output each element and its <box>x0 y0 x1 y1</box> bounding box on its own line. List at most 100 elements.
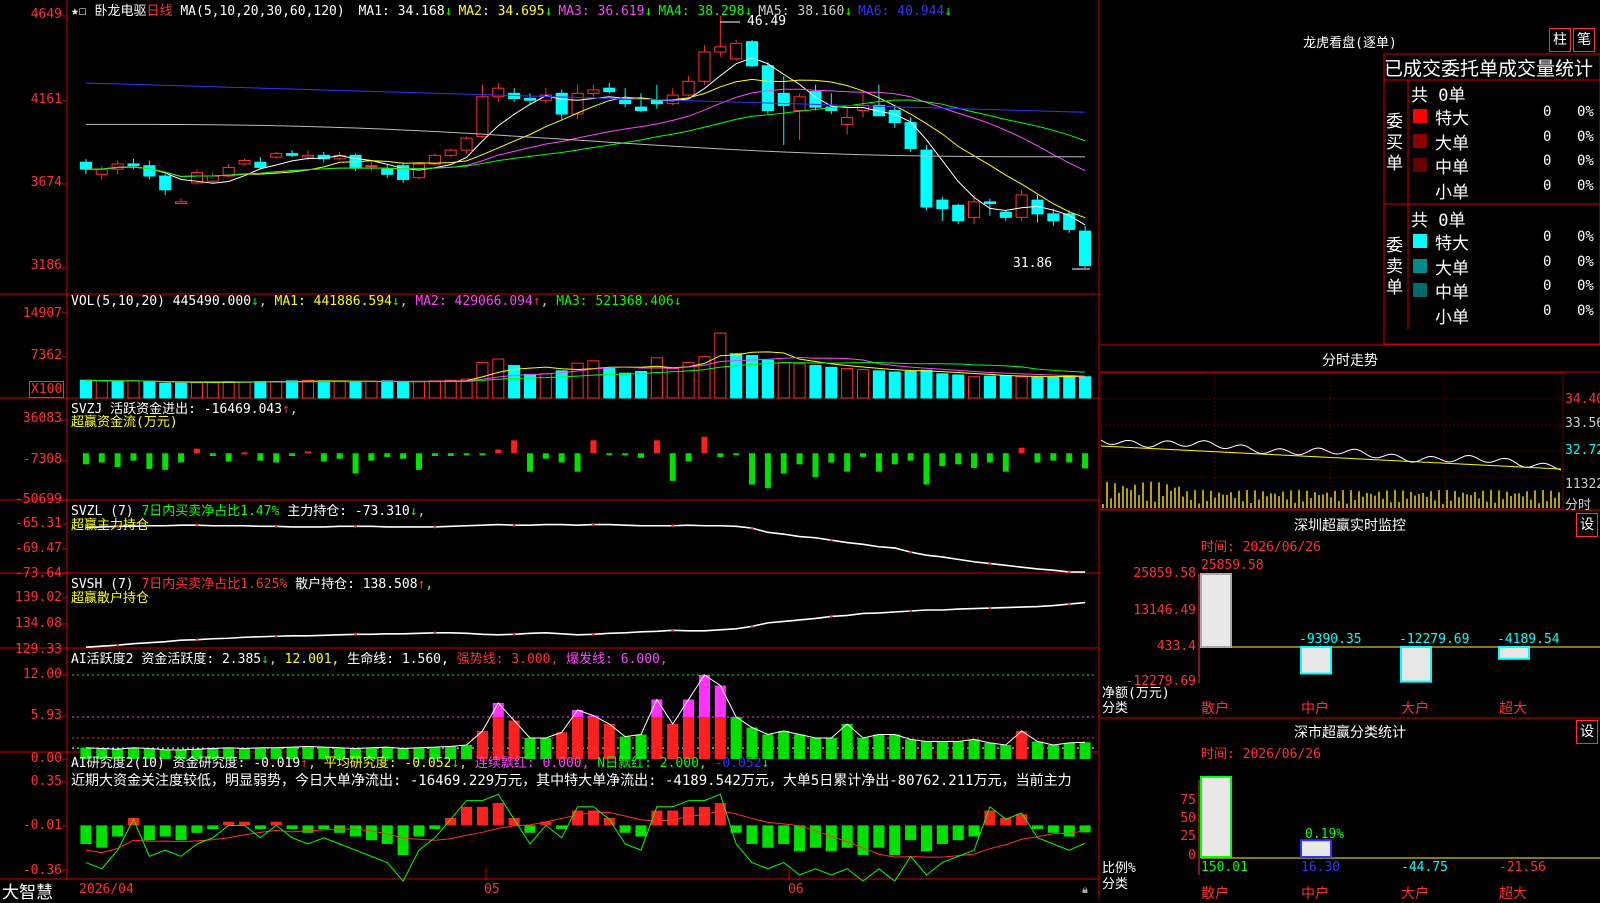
retail-position-line-dot <box>671 628 675 632</box>
tick-view-button[interactable]: 笔 <box>1573 28 1595 52</box>
vol-unit-badge[interactable]: X100 <box>29 381 65 398</box>
fund-flow-bar <box>320 453 327 462</box>
fund-flow-bar <box>336 453 343 459</box>
research-bar <box>492 803 504 826</box>
fund-flow-bar <box>653 440 660 454</box>
svsh-axis-label-1: 134.08 <box>15 616 62 631</box>
low-price-label: 31.86 <box>1013 256 1053 271</box>
main-position-line-dot <box>274 524 278 528</box>
fenshi-volume-bar <box>1558 492 1560 508</box>
ss-xlabel: 分类 <box>1102 877 1129 892</box>
ss-settings-button[interactable]: 设 <box>1576 720 1598 744</box>
fenshi-volume-bar <box>1250 503 1252 508</box>
fenshi-volume-bar <box>1514 493 1516 508</box>
fenshi-volume-bar <box>1254 490 1256 508</box>
period-label[interactable]: 日线 <box>147 4 173 19</box>
fenshi-volume-bar <box>1126 488 1128 508</box>
fenshi-volume-bar <box>1174 487 1176 508</box>
fund-flow-bar <box>1066 453 1073 463</box>
lock-icon[interactable]: 🔒︎ <box>1082 883 1088 897</box>
sz-monitor-title: 深圳超赢实时监控 <box>1294 518 1406 534</box>
research-bar <box>349 825 362 837</box>
fenshi-volume-bar <box>1490 490 1492 508</box>
fenshi-volume-bar <box>1278 496 1280 508</box>
activity-bar <box>1016 731 1028 759</box>
fund-flow-bar <box>1082 453 1089 469</box>
fenshi-volume-bar <box>1362 496 1364 508</box>
fenshi-volume-bar <box>1118 492 1120 508</box>
fenshi-volume-bar <box>1298 490 1300 508</box>
volume-bar <box>587 360 600 399</box>
retail-position-line-dot <box>829 615 833 618</box>
volume-bar <box>1015 376 1028 399</box>
fenshi-volume-bar <box>1246 490 1248 508</box>
ss-bar-中户 <box>1300 839 1332 858</box>
retail-position-line-dot <box>750 624 754 628</box>
candle-body <box>476 96 489 137</box>
candle-body <box>1047 213 1060 222</box>
sz-xlabel: 分类 <box>1102 701 1129 716</box>
fund-flow-bar <box>415 453 422 470</box>
fund-flow-bar <box>1034 453 1041 463</box>
star-icon[interactable]: ★ <box>71 4 79 19</box>
fund-flow-bar <box>542 453 549 459</box>
research-bar <box>191 825 203 833</box>
ss-category-label: 大户 <box>1401 886 1429 902</box>
main-position-line-dot <box>750 526 754 530</box>
fenshi-volume-bar <box>1454 490 1456 508</box>
fenshi-volume-bar <box>1418 494 1420 508</box>
volume-bar <box>349 381 362 399</box>
main-position-line-dot <box>1067 570 1071 574</box>
fenshi-volume-bar <box>1538 503 1540 508</box>
research-bar <box>254 825 266 830</box>
fund-flow-bar <box>669 453 676 481</box>
fenshi-volume-bar <box>1338 500 1340 508</box>
fenshi-volume-bar <box>1158 482 1160 508</box>
research-bar <box>96 825 108 848</box>
fenshi-volume-bar <box>1178 486 1180 508</box>
research-bar <box>207 825 219 830</box>
checkbox-icon[interactable]: ☐ <box>79 4 87 19</box>
fenshi-volume-bar <box>1266 496 1268 508</box>
research-bar <box>746 825 758 844</box>
fund-flow-bar <box>971 453 978 469</box>
volume-bar <box>254 380 267 399</box>
svzl-label1: 7日内买卖净占比1.47% <box>141 504 280 519</box>
svsh-label2: 散户持仓: 138.508 <box>295 577 418 592</box>
research-bar <box>556 825 568 830</box>
column-view-button[interactable]: 柱 <box>1549 28 1571 52</box>
fund-flow-bar <box>986 453 993 463</box>
fenshi-volume-bar <box>1506 491 1508 508</box>
sz-category-label: 散户 <box>1201 701 1229 717</box>
main-position-line-dot <box>909 550 913 554</box>
activity-bar <box>794 734 806 759</box>
research-bar <box>825 825 837 852</box>
sz-settings-button[interactable]: 设 <box>1576 513 1598 537</box>
retail-position-line <box>85 601 1086 648</box>
fund-flow-bar <box>130 453 137 461</box>
fenshi-price-line <box>1100 439 1562 471</box>
fenshi-volume-bar <box>1214 497 1216 508</box>
fund-flow-bar <box>431 453 438 457</box>
fenshi-volume-bar <box>1182 496 1184 508</box>
sell-row: 中单 0 0% <box>1409 278 1600 303</box>
fenshi-volume-bar <box>1394 490 1396 508</box>
stock-name[interactable]: 卧龙电驱 <box>94 4 146 19</box>
volume-bar <box>79 379 92 399</box>
fenshi-volume-bar <box>1526 491 1528 508</box>
volume-bar <box>872 370 885 399</box>
sell-order-label: 委卖单 <box>1386 236 1403 298</box>
fenshi-volume-bar <box>1458 497 1460 508</box>
candle-body <box>111 163 124 170</box>
ai-research-l4: N日飘红: 2.000, <box>597 756 707 771</box>
fund-flow-bar <box>479 453 486 456</box>
fund-flow-bar <box>955 453 962 465</box>
research-bar <box>318 825 330 830</box>
fenshi-volume-bar <box>1170 490 1172 508</box>
fund-flow-bar <box>574 453 581 472</box>
sz-axis-2: 433.4 <box>1156 639 1196 654</box>
main-header: ★☐ 卧龙电驱日线 MA(5,10,20,30,60,120) MA1: 34.… <box>71 0 952 19</box>
main-position-line-dot <box>195 523 199 527</box>
research-bar <box>413 825 425 837</box>
research-bar <box>762 825 774 848</box>
